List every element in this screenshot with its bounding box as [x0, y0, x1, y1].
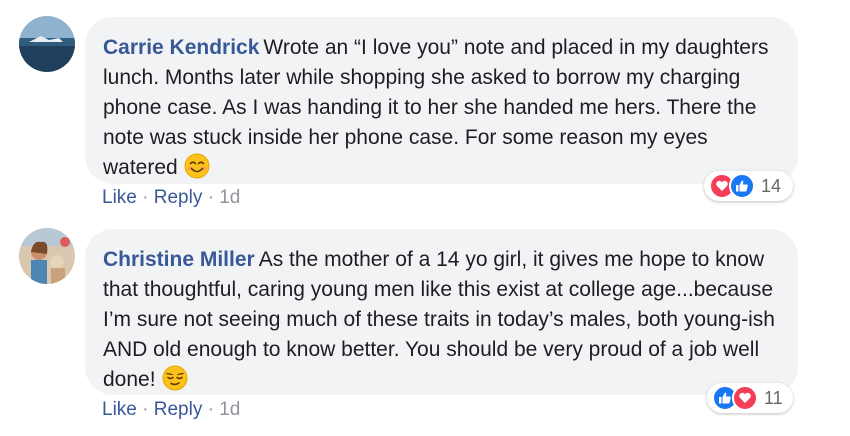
comment-timestamp[interactable]: 1d [219, 399, 240, 420]
reply-link[interactable]: Reply [154, 399, 203, 420]
reply-link[interactable]: Reply [154, 187, 203, 208]
comment-actions: Like · Reply · 1d [102, 187, 240, 209]
separator: · [142, 399, 149, 420]
comment-bubble: Carrie Kendrick Wrote an “I love you” not… [85, 17, 798, 184]
avatar[interactable] [19, 16, 75, 72]
reaction-summary[interactable]: 11 [707, 383, 793, 413]
like-link[interactable]: Like [102, 399, 137, 420]
love-icon [732, 385, 758, 411]
relieved-face-icon [162, 365, 188, 391]
comment-timestamp[interactable]: 1d [219, 187, 240, 208]
separator: · [207, 399, 214, 420]
reaction-count: 14 [761, 175, 782, 196]
separator: · [142, 187, 149, 208]
reaction-summary[interactable]: 14 [704, 171, 793, 201]
comment-bubble: Christine Miller As the mother of a 14 yo… [85, 229, 798, 395]
like-icon [729, 173, 755, 199]
comment-author[interactable]: Christine Miller [103, 248, 255, 271]
comment-author[interactable]: Carrie Kendrick [103, 36, 259, 59]
avatar[interactable] [19, 228, 75, 284]
smiling-face-icon [184, 153, 210, 179]
like-link[interactable]: Like [102, 187, 137, 208]
comment-actions: Like · Reply · 1d [102, 399, 240, 421]
separator: · [207, 187, 214, 208]
reaction-count: 11 [764, 387, 783, 408]
